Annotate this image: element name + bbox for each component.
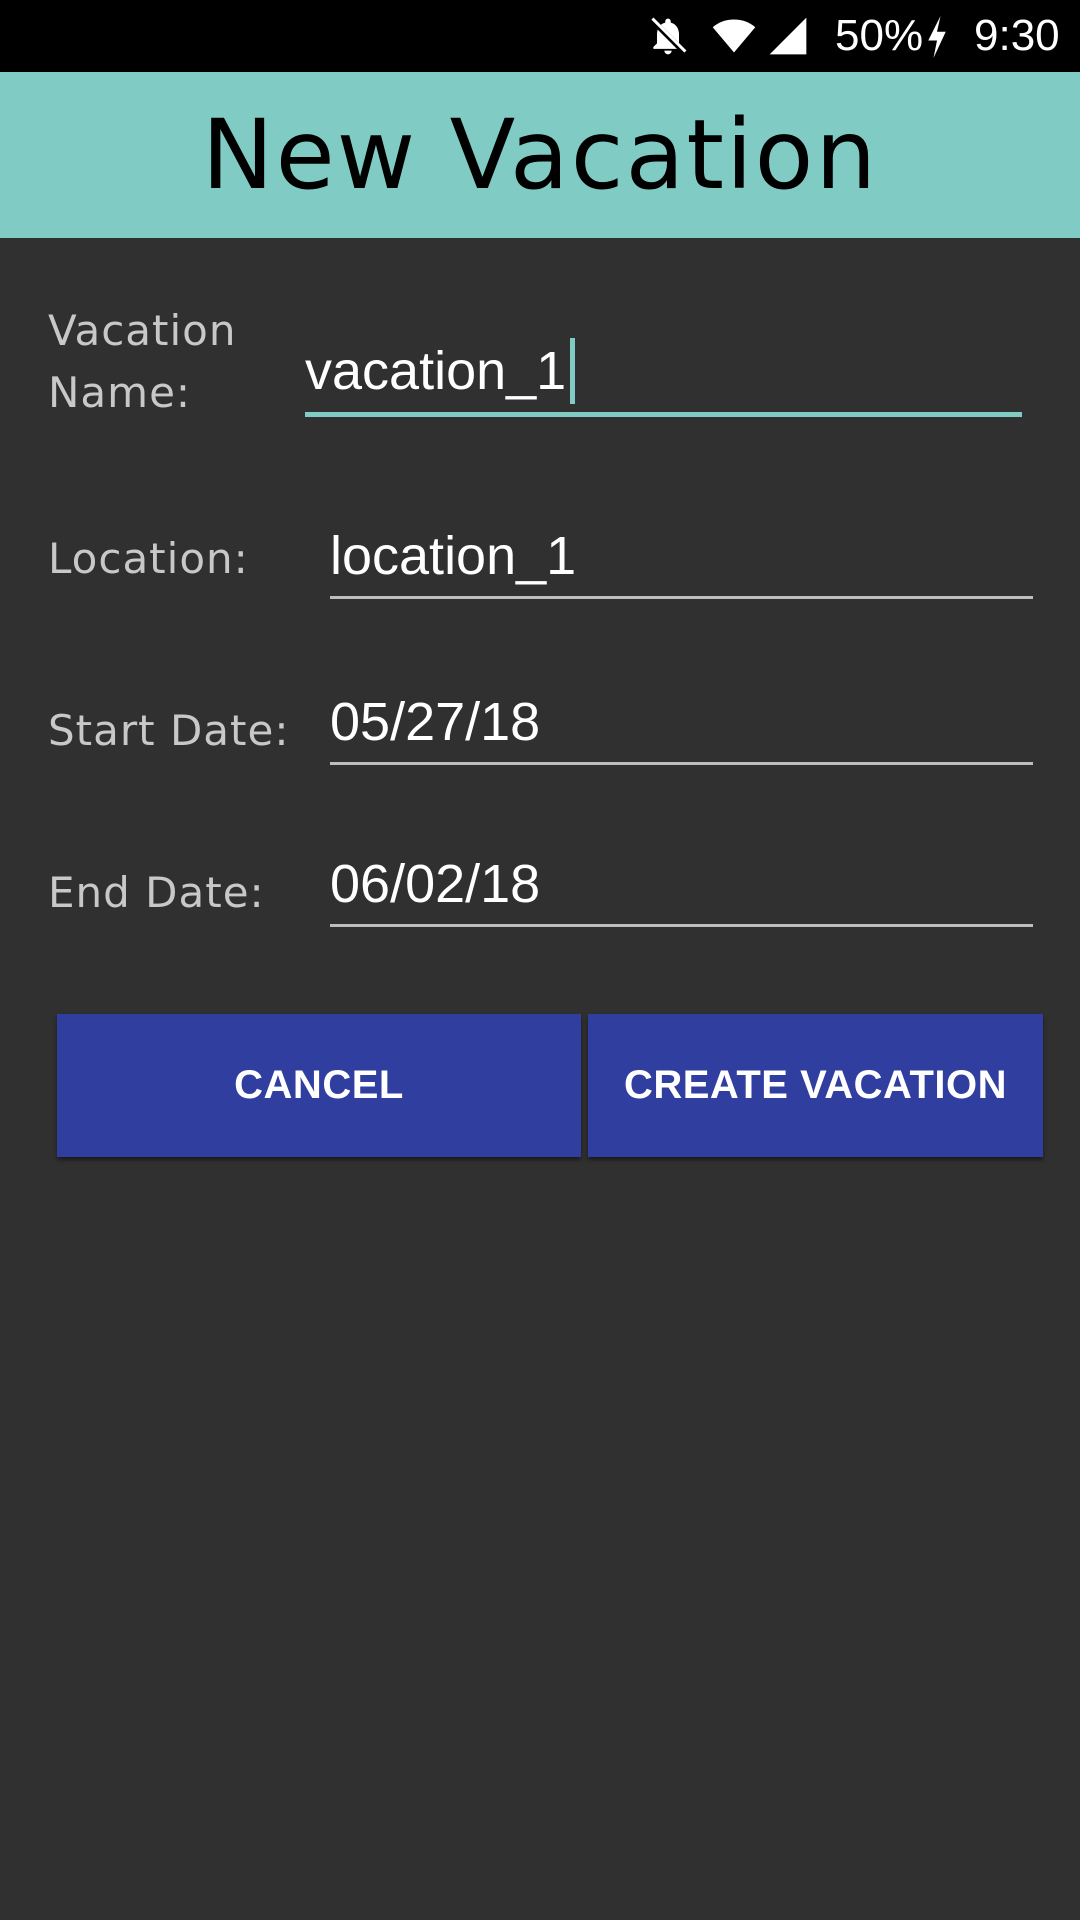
vacation-name-label: Vacation Name: [48,300,237,424]
charging-bolt-icon [928,16,946,58]
text-cursor [570,338,576,404]
location-label: Location: [48,534,249,583]
create-vacation-button[interactable]: CREATE VACATION [588,1014,1043,1157]
end-date-label: End Date: [48,868,265,917]
page-title: New Vacation [201,99,879,211]
status-bar: 50% 9:30 [0,0,1080,72]
clock: 9:30 [974,11,1060,60]
vacation-name-value-wrap: vacation_1 [305,338,576,404]
end-date-value: 06/02/18 [330,854,541,914]
wifi-icon [712,19,756,53]
notifications-off-icon [649,17,687,55]
cancel-button[interactable]: CANCEL [57,1014,581,1157]
location-value: location_1 [330,526,577,586]
vacation-name-field[interactable]: vacation_1 [305,332,1022,417]
app-bar: New Vacation [0,72,1080,238]
start-date-value: 05/27/18 [330,692,541,752]
start-date-label: Start Date: [48,706,290,755]
vacation-name-label-line1: Vacation [48,306,237,355]
screen: 50% 9:30 New Vacation Vacation Name: vac… [0,0,1080,1920]
vacation-name-value: vacation_1 [305,341,567,402]
cell-signal-icon [769,17,807,55]
vacation-name-label-line2: Name: [48,368,192,417]
end-date-field[interactable]: 06/02/18 [330,844,1033,927]
battery-percent: 50% [835,11,924,60]
start-date-field[interactable]: 05/27/18 [330,682,1033,765]
location-field[interactable]: location_1 [330,516,1033,599]
